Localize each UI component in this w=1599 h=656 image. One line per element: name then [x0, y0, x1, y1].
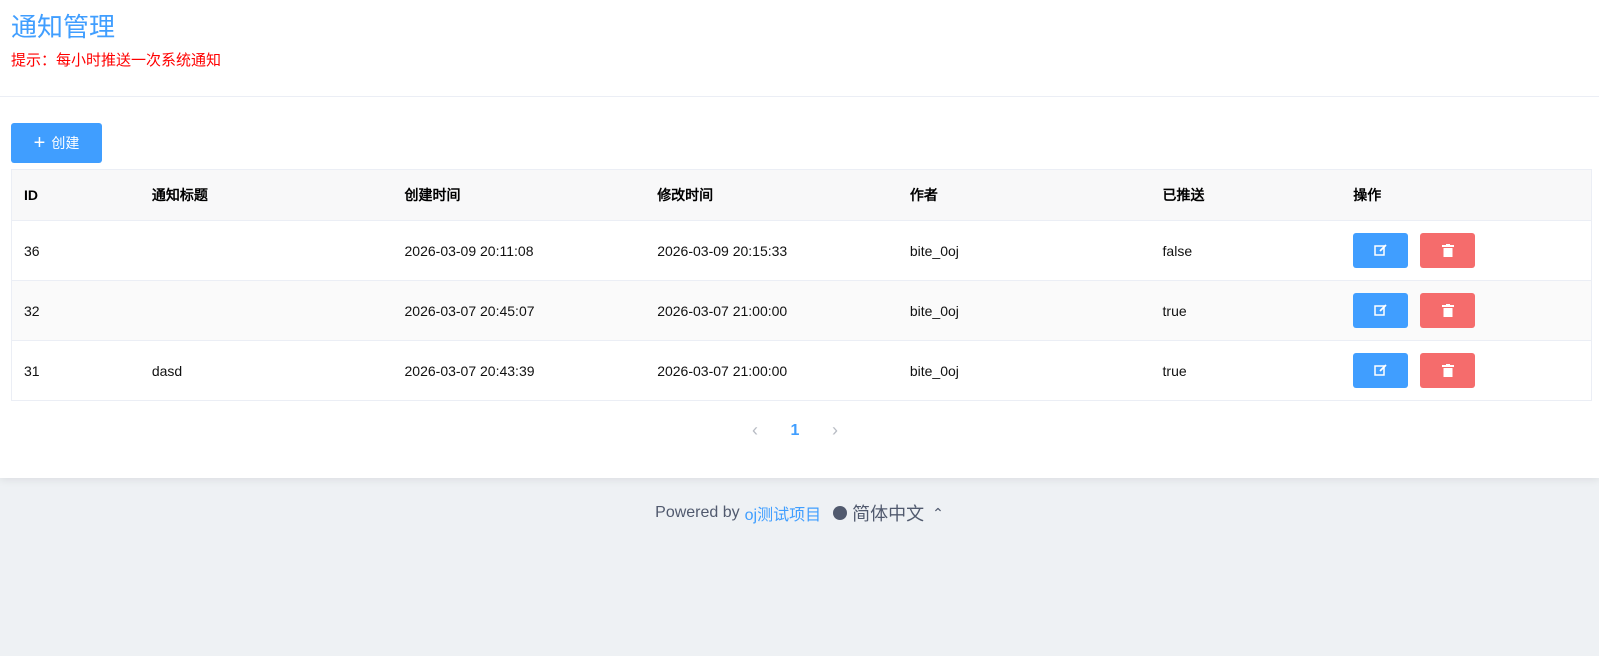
page-hint: 提示：每小时推送一次系统通知 — [11, 52, 222, 69]
trash-icon — [1441, 364, 1454, 377]
main-panel: 通知管理 提示：每小时推送一次系统通知 + 创建 ID 通知标题 创建时间 修改… — [0, 0, 1599, 478]
edit-icon — [1374, 364, 1387, 376]
column-header-author[interactable]: 作者 — [898, 185, 1151, 205]
column-header-title[interactable]: 通知标题 — [140, 185, 393, 205]
cell-modified: 2026-03-07 21:00:00 — [657, 362, 788, 379]
cell-created: 2026-03-07 20:45:07 — [404, 302, 535, 319]
pagination: ‹ 1 › — [740, 420, 850, 441]
page-number[interactable]: 1 — [770, 422, 820, 440]
cell-author: bite_0oj — [909, 242, 959, 259]
panel-header: 通知管理 提示：每小时推送一次系统通知 — [0, 0, 1599, 97]
trash-icon — [1441, 244, 1454, 257]
cell-title: dasd — [151, 362, 183, 379]
create-button-label: 创建 — [51, 135, 80, 151]
cell-id: 32 — [24, 302, 40, 319]
cell-actions — [1341, 233, 1591, 268]
edit-icon — [1374, 304, 1387, 316]
chevron-left-icon[interactable]: ‹ — [740, 420, 770, 441]
cell-actions — [1341, 353, 1591, 388]
column-header-actions: 操作 — [1353, 187, 1382, 203]
globe-icon — [833, 506, 848, 520]
powered-by-text: Powered by — [655, 504, 740, 521]
cell-modified: 2026-03-07 21:00:00 — [657, 302, 788, 319]
edit-icon — [1374, 244, 1387, 256]
table-row[interactable]: 36 2026-03-09 20:11:08 2026-03-09 20:15:… — [12, 221, 1591, 281]
chevron-up-icon: ⌃ — [932, 504, 944, 521]
delete-button[interactable] — [1420, 233, 1476, 268]
trash-icon — [1441, 304, 1454, 317]
table-row[interactable]: 32 2026-03-07 20:45:07 2026-03-07 21:00:… — [12, 281, 1591, 341]
edit-button[interactable] — [1353, 353, 1409, 388]
page-title: 通知管理 — [11, 12, 116, 42]
column-header-modified[interactable]: 修改时间 — [645, 185, 898, 205]
language-selector[interactable]: 简体中文 ⌃ — [833, 500, 944, 526]
cell-created: 2026-03-09 20:11:08 — [404, 242, 534, 259]
chevron-right-icon[interactable]: › — [820, 420, 850, 441]
edit-button[interactable] — [1353, 293, 1409, 328]
column-header-id[interactable]: ID — [12, 187, 140, 203]
delete-button[interactable] — [1420, 293, 1476, 328]
create-button[interactable]: + 创建 — [11, 123, 102, 163]
cell-id: 31 — [24, 362, 40, 379]
column-header-created[interactable]: 创建时间 — [393, 185, 646, 205]
edit-button[interactable] — [1353, 233, 1409, 268]
footer: Powered by oj测试项目 简体中文 ⌃ — [0, 500, 1599, 526]
column-header-pushed[interactable]: 已推送 — [1151, 185, 1342, 205]
cell-author: bite_0oj — [909, 362, 959, 379]
project-link[interactable]: oj测试项目 — [745, 501, 821, 525]
cell-id: 36 — [24, 242, 40, 259]
cell-actions — [1341, 293, 1591, 328]
cell-author: bite_0oj — [909, 302, 959, 319]
cell-modified: 2026-03-09 20:15:33 — [657, 242, 788, 259]
language-label: 简体中文 — [852, 504, 925, 524]
plus-icon: + — [33, 132, 46, 154]
cell-pushed: false — [1162, 242, 1193, 259]
table-row[interactable]: 31 dasd 2026-03-07 20:43:39 2026-03-07 2… — [12, 341, 1591, 401]
cell-pushed: true — [1162, 302, 1187, 319]
cell-pushed: true — [1162, 362, 1187, 379]
delete-button[interactable] — [1420, 353, 1476, 388]
cell-created: 2026-03-07 20:43:39 — [404, 362, 535, 379]
table-header-row: ID 通知标题 创建时间 修改时间 作者 已推送 操作 — [12, 170, 1591, 221]
notification-table: ID 通知标题 创建时间 修改时间 作者 已推送 操作 36 2026-03-0… — [11, 169, 1592, 401]
